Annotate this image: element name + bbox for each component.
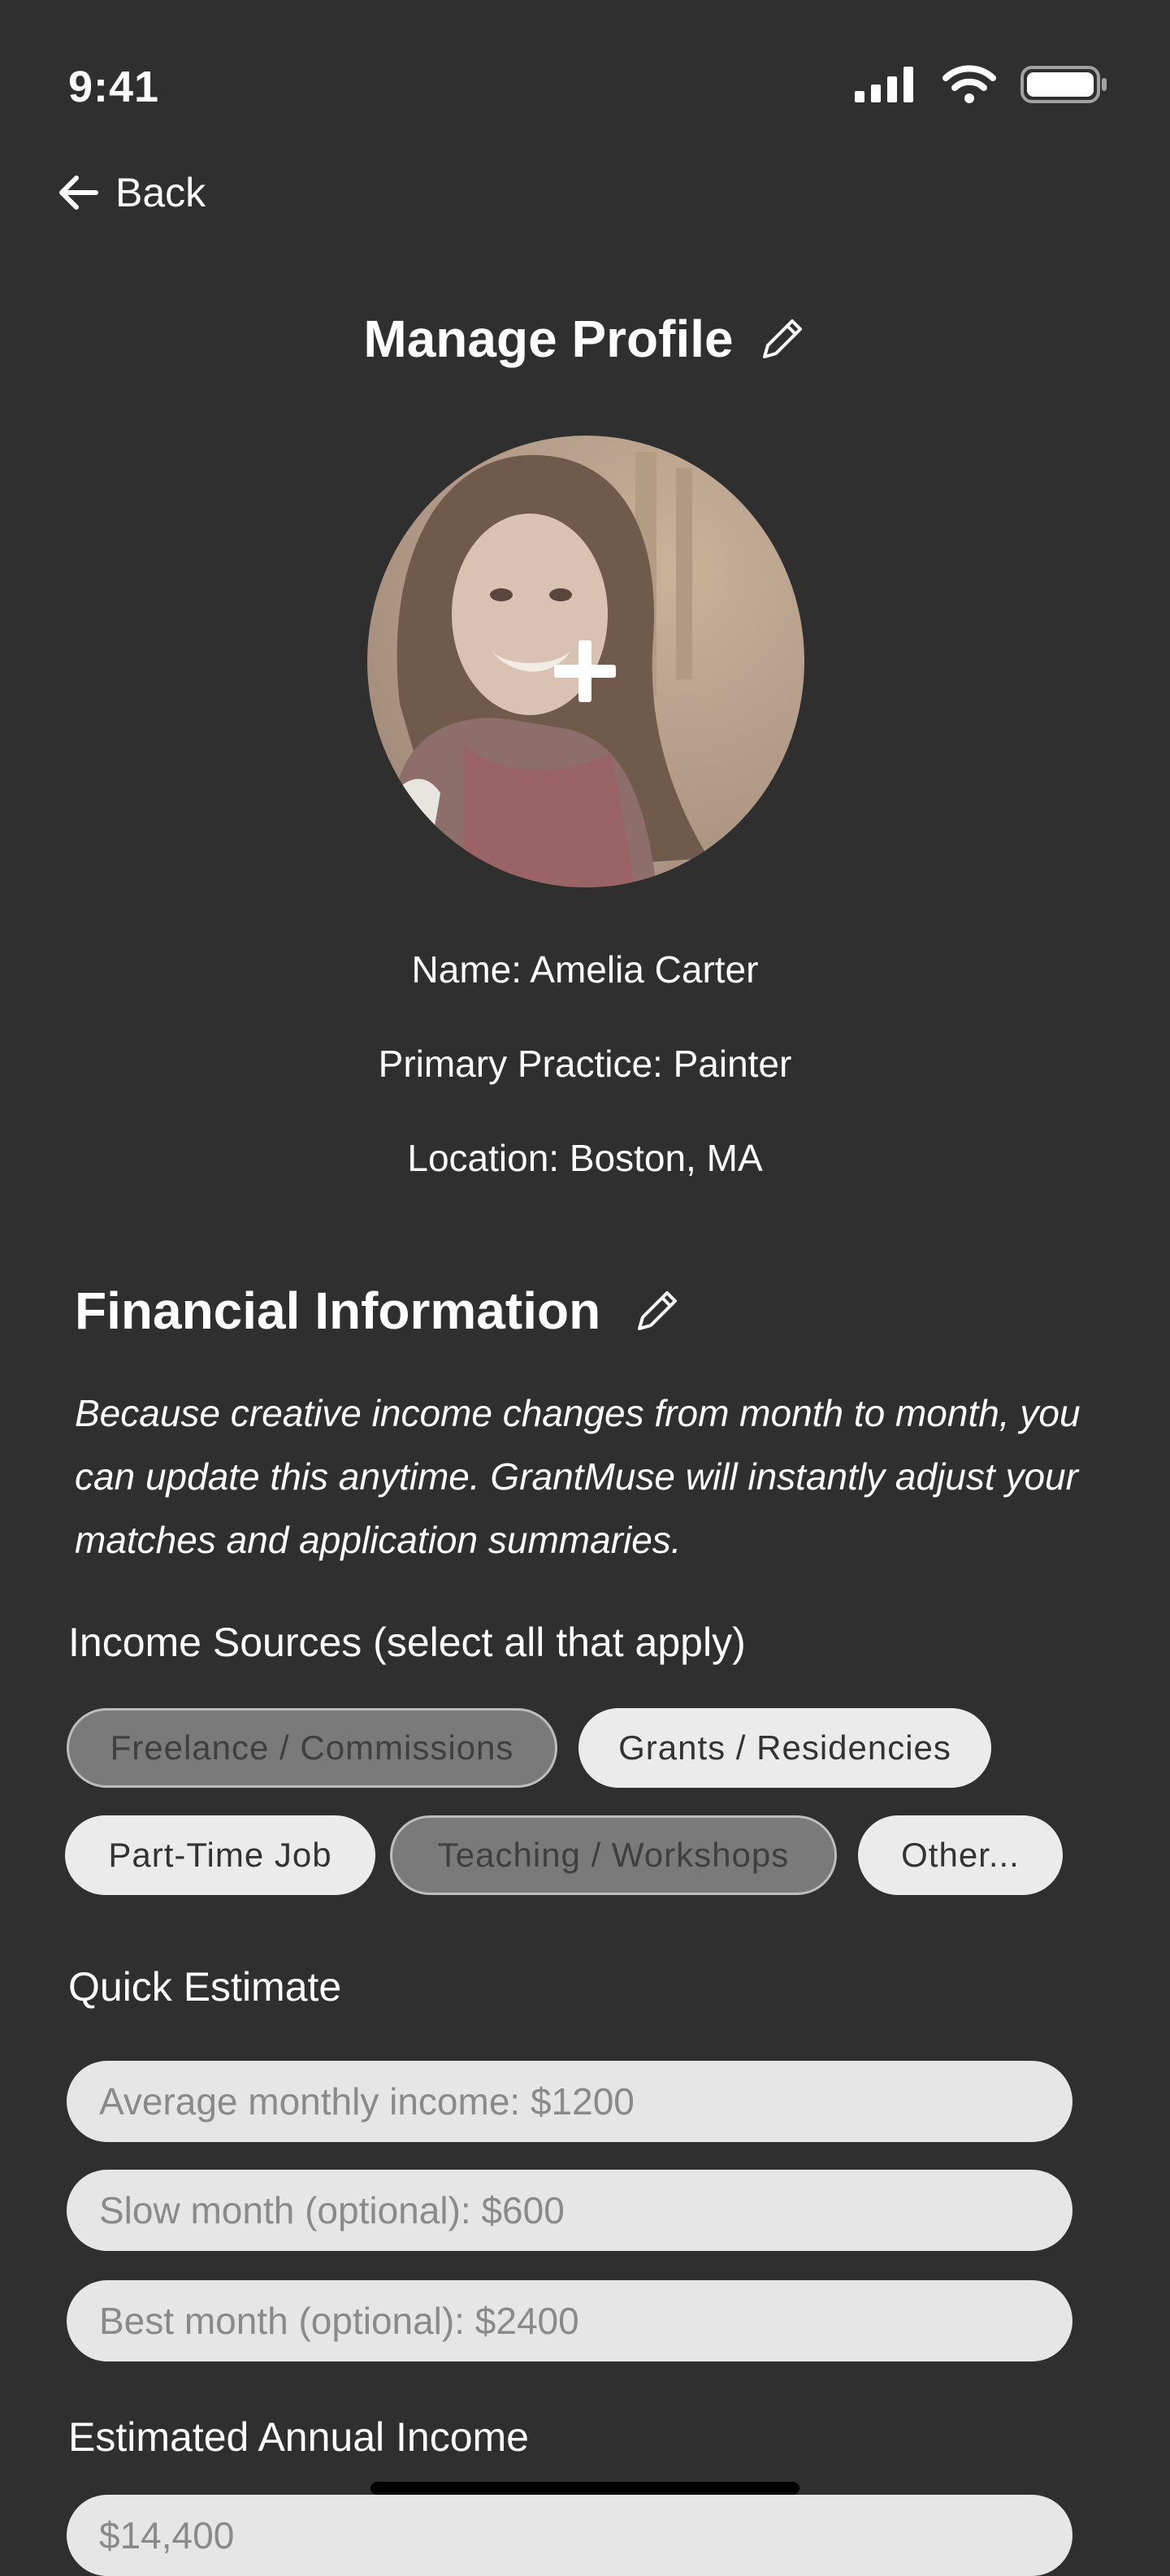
arrow-left-icon [59,176,98,210]
home-indicator [370,2482,800,2495]
profile-practice: Primary Practice: Painter [378,1043,792,1085]
add-photo-icon[interactable] [554,640,616,702]
best-month-field[interactable]: Best month (optional): $2400 [67,2280,1072,2361]
chip-grants-residencies[interactable]: Grants / Residencies [578,1708,991,1788]
chip-teaching-workshops[interactable]: Teaching / Workshops [390,1815,837,1895]
financial-section-header: Financial Information [75,1281,682,1341]
page-title: Manage Profile [363,310,734,368]
average-monthly-income-field[interactable]: Average monthly income: $1200 [67,2061,1072,2142]
profile-location: Location: Boston, MA [407,1137,763,1179]
profile-name: Name: Amelia Carter [411,948,759,991]
status-icons [855,65,1108,104]
cellular-signal-icon [855,67,913,102]
slow-month-field[interactable]: Slow month (optional): $600 [67,2170,1072,2251]
battery-icon [1020,66,1107,103]
financial-title: Financial Information [75,1281,601,1340]
status-time: 9:41 [68,63,160,111]
back-button[interactable]: Back [57,169,206,216]
annual-income-field[interactable]: $14,400 [67,2495,1072,2576]
chip-freelance-commissions[interactable]: Freelance / Commissions [67,1708,557,1788]
quick-estimate-label: Quick Estimate [68,1964,342,2010]
chip-other[interactable]: Other... [858,1815,1063,1895]
financial-description: Because creative income changes from mon… [75,1392,1081,1561]
page-header: Manage Profile [0,309,1170,369]
back-label: Back [115,170,206,215]
income-sources-label: Income Sources (select all that apply) [68,1620,746,1665]
wifi-icon [942,65,996,103]
pencil-icon[interactable] [758,314,807,363]
annual-income-label: Estimated Annual Income [68,2414,529,2460]
chip-part-time-job[interactable]: Part-Time Job [65,1815,375,1895]
pencil-icon[interactable] [633,1286,682,1335]
